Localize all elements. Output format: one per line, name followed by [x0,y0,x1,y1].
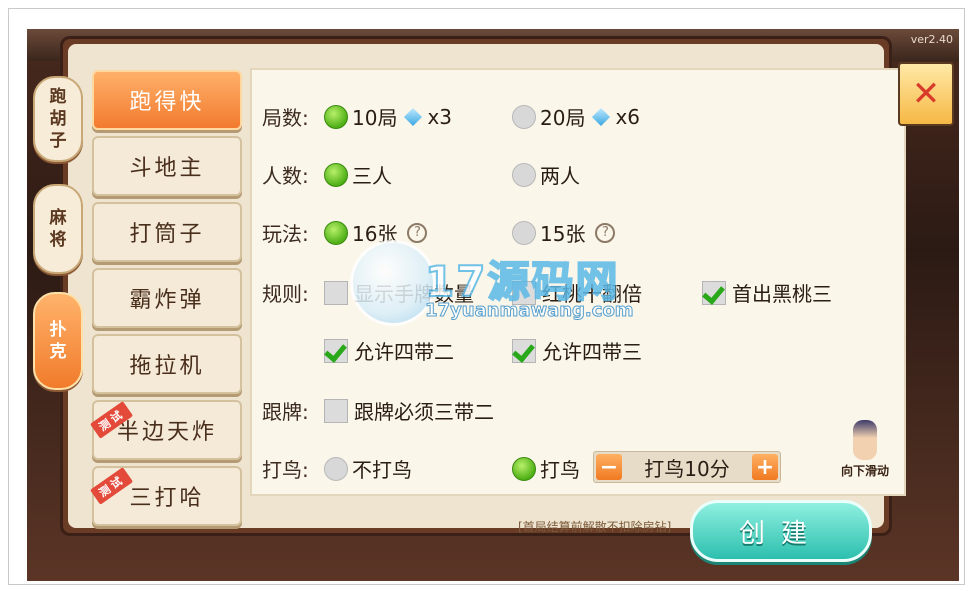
option-text: 允许四带二 [354,340,454,364]
dissolve-note: [首局结算前解散不扣除房钻] [518,520,672,534]
tab-char: 麻 [49,208,67,228]
bird-label: 打鸟: [262,458,309,482]
cost-text: x3 [427,104,453,129]
game-button-datongzi[interactable]: 打筒子 [92,202,242,262]
rule-heart-ten-double[interactable]: 红桃十翻倍 [512,278,642,307]
tab-char: 跑 [49,87,67,107]
rule-show-hand-count[interactable]: 显示手牌数量 [324,278,474,307]
tab-char: 子 [49,131,67,151]
option-text: 跟牌必须三带二 [354,400,494,424]
tab-char: 扑 [49,320,67,340]
option-text: 首出黑桃三 [732,282,832,306]
game-label: 霸炸弹 [129,288,205,313]
checkbox-unchecked[interactable] [512,280,536,305]
players-option-3[interactable]: 三人 [324,160,392,189]
option-text: 16张 [352,222,398,246]
plus-button[interactable]: + [752,454,778,480]
scroll-hint: 向下滑动 [835,420,895,479]
radio-selected[interactable] [324,104,348,129]
option-text: 允许四带三 [542,340,642,364]
stepper-value: 打鸟10分 [644,456,730,481]
game-button-paodekuai[interactable]: 跑得快 [92,70,242,130]
option-text: 红桃十翻倍 [542,282,642,306]
mode-option-15[interactable]: 15张 ? [512,218,616,247]
game-button-banbiantianzha[interactable]: 测试 半边天炸 [90,400,242,460]
game-button-tuolaji[interactable]: 拖拉机 [92,334,242,394]
option-text: 20局 [540,106,586,130]
category-tab-paohuzi[interactable]: 跑 胡 子 [33,76,83,162]
tab-char: 将 [49,230,67,250]
radio-unselected[interactable] [512,220,536,245]
game-label: 斗地主 [129,156,205,181]
checkbox-unchecked[interactable] [324,398,348,423]
game-label: 三打哈 [129,486,205,511]
rule-four-with-two[interactable]: 允许四带二 [324,336,454,365]
players-label: 人数: [262,164,309,188]
diamond-icon [404,107,423,126]
rounds-label: 局数: [262,106,309,130]
radio-unselected[interactable] [512,162,536,187]
help-icon[interactable]: ? [407,222,428,243]
bird-option-none[interactable]: 不打鸟 [324,454,412,483]
hand-pointer-icon [853,420,877,460]
cost-text: x6 [615,104,641,129]
game-label: 跑得快 [129,90,205,115]
rules-label: 规则: [262,282,309,306]
option-text: 打鸟 [540,458,580,482]
game-button-sandaha[interactable]: 测试 三打哈 [90,466,242,526]
game-label: 打筒子 [129,222,205,247]
option-text: 15张 [540,222,586,246]
close-button[interactable]: ✕ [898,62,954,126]
follow-label: 跟牌: [262,400,309,424]
game-button-doudizhu[interactable]: 斗地主 [92,136,242,196]
option-text: 10局 [352,106,398,130]
checkbox-checked[interactable] [512,338,536,363]
version-label: ver2.40 [910,33,953,46]
option-text: 三人 [352,164,392,188]
create-button[interactable]: 创建 [690,500,872,562]
radio-selected[interactable] [324,162,348,187]
help-icon[interactable]: ? [595,222,616,243]
rounds-option-20[interactable]: 20局 x6 [512,102,640,131]
checkbox-checked[interactable] [324,338,348,363]
radio-unselected[interactable] [512,104,536,129]
follow-must-three-two[interactable]: 跟牌必须三带二 [324,396,494,425]
option-text: 两人 [540,164,580,188]
tab-char: 胡 [49,109,67,129]
mode-option-16[interactable]: 16张 ? [324,218,428,247]
rule-four-with-three[interactable]: 允许四带三 [512,336,642,365]
checkbox-unchecked[interactable] [324,280,348,305]
bird-score-stepper[interactable]: − 打鸟10分 + [593,451,781,483]
game-button-bazhadan[interactable]: 霸炸弹 [92,268,242,328]
create-label: 创建 [738,518,823,549]
bird-option-on[interactable]: 打鸟 [512,454,580,483]
test-badge: 测试 [90,467,134,505]
checkbox-checked[interactable] [702,280,726,305]
option-text: 不打鸟 [352,458,412,482]
players-option-2[interactable]: 两人 [512,160,580,189]
category-tab-puke[interactable]: 扑 克 [33,292,83,390]
minus-button[interactable]: − [596,454,622,480]
tab-char: 克 [49,342,67,362]
radio-selected[interactable] [324,220,348,245]
radio-selected[interactable] [512,456,536,481]
rounds-option-10[interactable]: 10局 x3 [324,102,452,131]
option-text: 显示手牌数量 [354,282,474,306]
rule-first-spade-three[interactable]: 首出黑桃三 [702,278,832,307]
game-label: 半边天炸 [116,420,217,445]
game-label: 拖拉机 [129,354,205,379]
diamond-icon [592,107,611,126]
category-tab-majiang[interactable]: 麻 将 [33,184,83,274]
mode-label: 玩法: [262,222,309,246]
radio-unselected[interactable] [324,456,348,481]
close-icon: ✕ [911,74,941,114]
scroll-hint-text: 向下滑动 [840,464,889,478]
